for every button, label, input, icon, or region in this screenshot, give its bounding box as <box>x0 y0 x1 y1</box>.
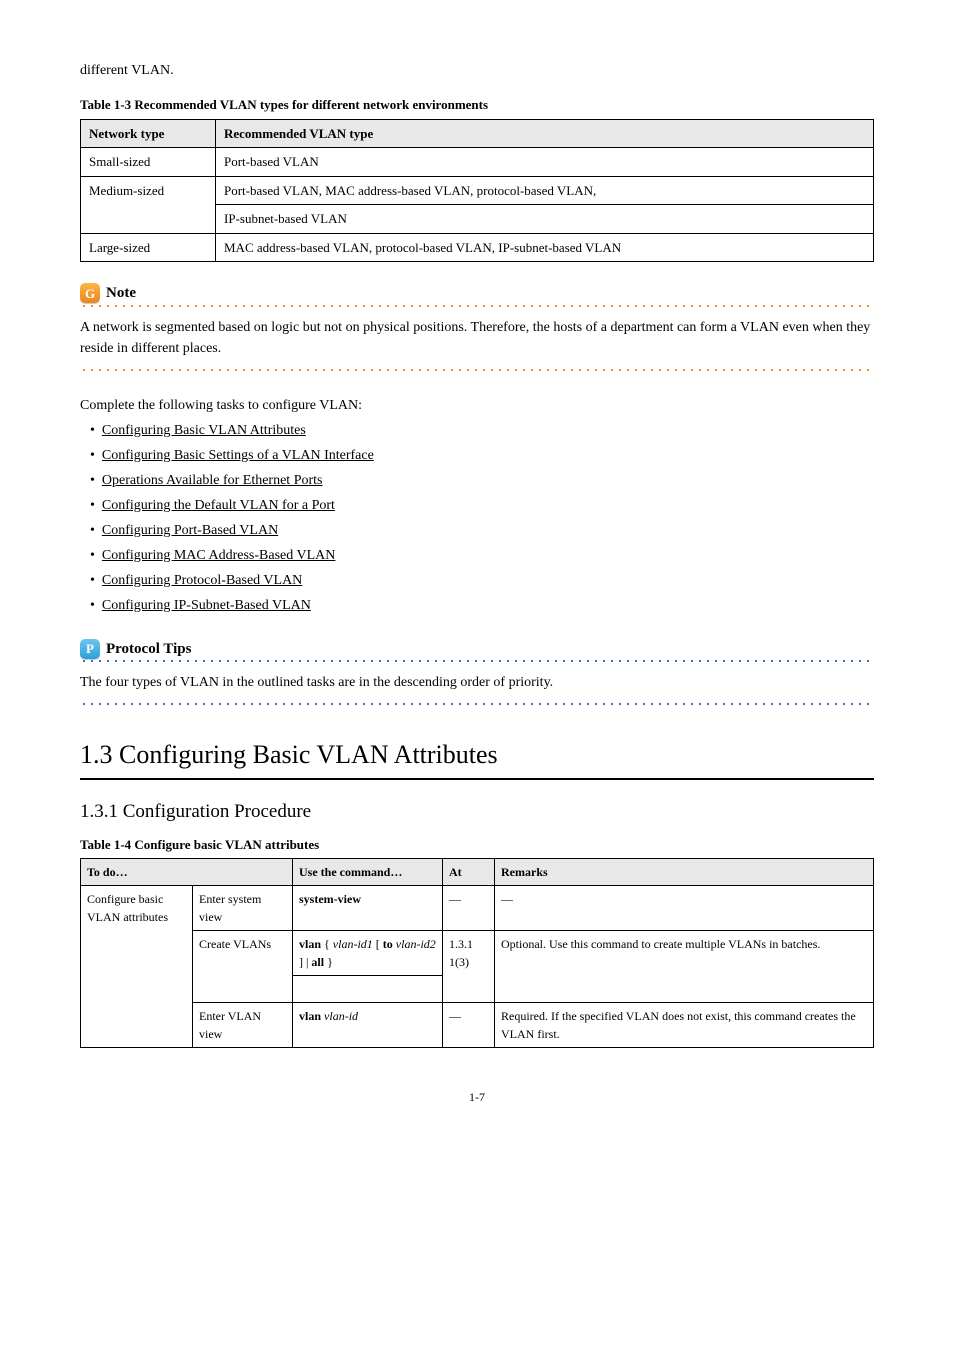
t2-head-2: At <box>443 859 495 886</box>
t2-r1-task: Create VLANs <box>193 931 293 1003</box>
outline-list: • Configuring Basic VLAN Attributes • Con… <box>80 420 874 616</box>
table-row: Medium-sized Port-based VLAN, MAC addres… <box>81 176 874 205</box>
table1-caption: Table 1-3 Recommended VLAN types for dif… <box>80 95 874 115</box>
list-item[interactable]: • Configuring Protocol-Based VLAN <box>104 570 874 591</box>
section-title: 1.3 Configuring Basic VLAN Attributes <box>80 735 874 774</box>
table2-caption: Table 1-4 Configure basic VLAN attribute… <box>80 835 874 855</box>
t1-r0-c1: Port-based VLAN <box>216 148 874 177</box>
vlan-type-table: Network type Recommended VLAN type Small… <box>80 119 874 263</box>
list-item[interactable]: • Configuring IP-Subnet-Based VLAN <box>104 595 874 616</box>
note-icon: G <box>80 283 100 303</box>
t2-head-3: Remarks <box>495 859 874 886</box>
t2-head-0: To do… <box>81 859 293 886</box>
t1-r3-c0: Large-sized <box>81 233 216 262</box>
table-row: Configure basic VLAN attributes Enter sy… <box>81 886 874 931</box>
t2-r3-rem: Required. If the specified VLAN does not… <box>495 1003 874 1048</box>
table-row: Create VLANs vlan { vlan-id1 [ to vlan-i… <box>81 931 874 976</box>
protocol-tips-body: The four types of VLAN in the outlined t… <box>80 672 874 693</box>
t1-head-0: Network type <box>81 119 216 148</box>
t2-r0-rem: — <box>495 886 874 931</box>
t1-r1-c0: Medium-sized <box>81 176 216 233</box>
t2-r3-cmd: vlan vlan-id <box>293 1003 443 1048</box>
list-item[interactable]: • Configuring Port-Based VLAN <box>104 520 874 541</box>
subsection-title: 1.3.1 Configuration Procedure <box>80 798 874 827</box>
protocol-tips-icon: P <box>80 639 100 659</box>
t2-r3-task: Enter VLAN view <box>193 1003 293 1048</box>
t2-r1-cmd: vlan { vlan-id1 [ to vlan-id2 ] | all } <box>293 931 443 976</box>
t1-r0-c0: Small-sized <box>81 148 216 177</box>
t1-r2-c1: IP-subnet-based VLAN <box>216 205 874 234</box>
t1-r1-c1: Port-based VLAN, MAC address-based VLAN,… <box>216 176 874 205</box>
note-body: A network is segmented based on logic bu… <box>80 317 874 359</box>
table-row: Large-sized MAC address-based VLAN, prot… <box>81 233 874 262</box>
t2-head-1: Use the command… <box>293 859 443 886</box>
t2-group: Configure basic VLAN attributes <box>81 886 193 1048</box>
procedure-table: To do… Use the command… At Remarks Confi… <box>80 858 874 1048</box>
t2-r3-at: — <box>443 1003 495 1048</box>
section-divider <box>80 778 874 780</box>
list-item[interactable]: • Configuring Basic VLAN Attributes <box>104 420 874 441</box>
note-callout: G Note A network is segmented based on l… <box>80 282 874 371</box>
t2-r1-rem: Optional. Use this command to create mul… <box>495 931 874 1003</box>
intro-text: different VLAN. <box>80 60 874 81</box>
t1-r3-c1: MAC address-based VLAN, protocol-based V… <box>216 233 874 262</box>
t2-r0-at: — <box>443 886 495 931</box>
t2-r1-at: 1.3.1 1(3) <box>443 931 495 1003</box>
protocol-tips-label: Protocol Tips <box>106 638 191 661</box>
note-label: Note <box>106 282 136 305</box>
table-row: Enter VLAN view vlan vlan-id — Required.… <box>81 1003 874 1048</box>
protocol-tips-callout: P Protocol Tips The four types of VLAN i… <box>80 638 874 706</box>
t2-r0-task: Enter system view <box>193 886 293 931</box>
outline-lead: Complete the following tasks to configur… <box>80 395 874 416</box>
list-item[interactable]: • Operations Available for Ethernet Port… <box>104 470 874 491</box>
list-item[interactable]: • Configuring Basic Settings of a VLAN I… <box>104 445 874 466</box>
list-item[interactable]: • Configuring the Default VLAN for a Por… <box>104 495 874 516</box>
page-number: 1-7 <box>80 1088 874 1106</box>
t2-r0-cmd: system-view <box>293 886 443 931</box>
list-item[interactable]: • Configuring MAC Address-Based VLAN <box>104 545 874 566</box>
table-row: Small-sized Port-based VLAN <box>81 148 874 177</box>
t1-head-1: Recommended VLAN type <box>216 119 874 148</box>
